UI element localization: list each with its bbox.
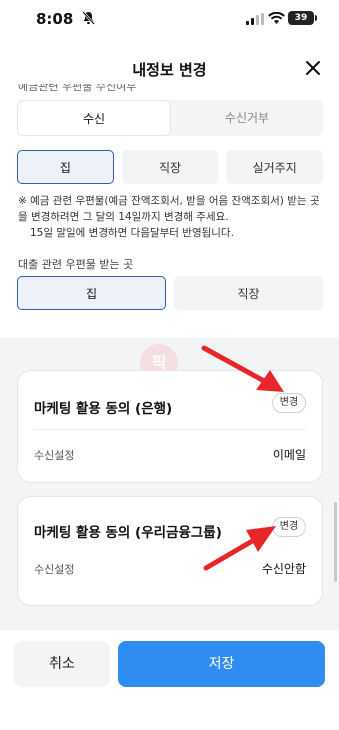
deposit-home-option[interactable]: 집 bbox=[17, 150, 114, 184]
deposit-work-option[interactable]: 직장 bbox=[121, 150, 219, 184]
loan-mail-label: 대출 관련 우편물 받는 곳 bbox=[18, 258, 134, 271]
save-button[interactable]: 저장 bbox=[118, 641, 325, 687]
marketing-group-card: 마케팅 활용 동의 (우리금융그룹) 변경 수신설정 수신안함 bbox=[17, 496, 323, 606]
page-title: 내정보 변경 bbox=[132, 61, 207, 79]
card-divider bbox=[34, 429, 306, 430]
marketing-bank-title: 마케팅 활용 동의 (은행) bbox=[34, 401, 173, 417]
cancel-button[interactable]: 취소 bbox=[14, 641, 110, 687]
note-line-2: 15일 말일에 변경하면 다음달부터 반영됩니다. bbox=[30, 227, 234, 239]
section-label-cut: 예금관련 우편물 수신여부 bbox=[18, 84, 137, 92]
marketing-bank-row-label: 수신설정 bbox=[34, 449, 75, 462]
loan-work-option[interactable]: 직장 bbox=[174, 276, 323, 310]
receive-option[interactable]: 수신 bbox=[17, 100, 171, 136]
scrollbar[interactable] bbox=[334, 502, 337, 582]
bell-off-icon bbox=[82, 11, 95, 25]
footer: 취소 저장 bbox=[0, 630, 339, 730]
receive-toggle: 수신 수신거부 bbox=[17, 100, 323, 136]
note-line-1: ※ 예금 관련 우편물(예금 잔액조회서, 받을 어음 잔액조회서) 받는 곳을… bbox=[18, 195, 320, 223]
marketing-bank-card: 마케팅 활용 동의 (은행) 변경 수신설정 이메일 bbox=[17, 370, 323, 483]
deposit-residence-option[interactable]: 실거주지 bbox=[226, 150, 324, 184]
battery-icon: 39 bbox=[288, 11, 317, 25]
signal-icon bbox=[246, 13, 264, 25]
marketing-group-title: 마케팅 활용 동의 (우리금융그룹) bbox=[34, 525, 222, 541]
deposit-mail-options: 집 직장 실거주지 bbox=[17, 150, 324, 184]
status-time: 8:08 bbox=[36, 10, 74, 28]
close-icon[interactable] bbox=[301, 56, 325, 80]
header: 내정보 변경 bbox=[0, 50, 339, 86]
marketing-bank-change-button[interactable]: 변경 bbox=[272, 393, 306, 413]
loan-mail-options: 집 직장 bbox=[17, 276, 323, 310]
loan-home-option[interactable]: 집 bbox=[17, 276, 166, 310]
wifi-icon bbox=[268, 12, 285, 24]
marketing-group-row-label: 수신설정 bbox=[34, 563, 75, 576]
refuse-option[interactable]: 수신거부 bbox=[171, 100, 323, 136]
marketing-group-row-value: 수신안함 bbox=[261, 562, 306, 576]
marketing-group-change-button[interactable]: 변경 bbox=[272, 517, 306, 537]
marketing-bank-row-value: 이메일 bbox=[272, 448, 306, 462]
status-bar: 8:08 39 bbox=[0, 0, 339, 40]
deposit-note: ※ 예금 관련 우편물(예금 잔액조회서, 받을 어음 잔액조회서) 받는 곳을… bbox=[18, 193, 324, 241]
